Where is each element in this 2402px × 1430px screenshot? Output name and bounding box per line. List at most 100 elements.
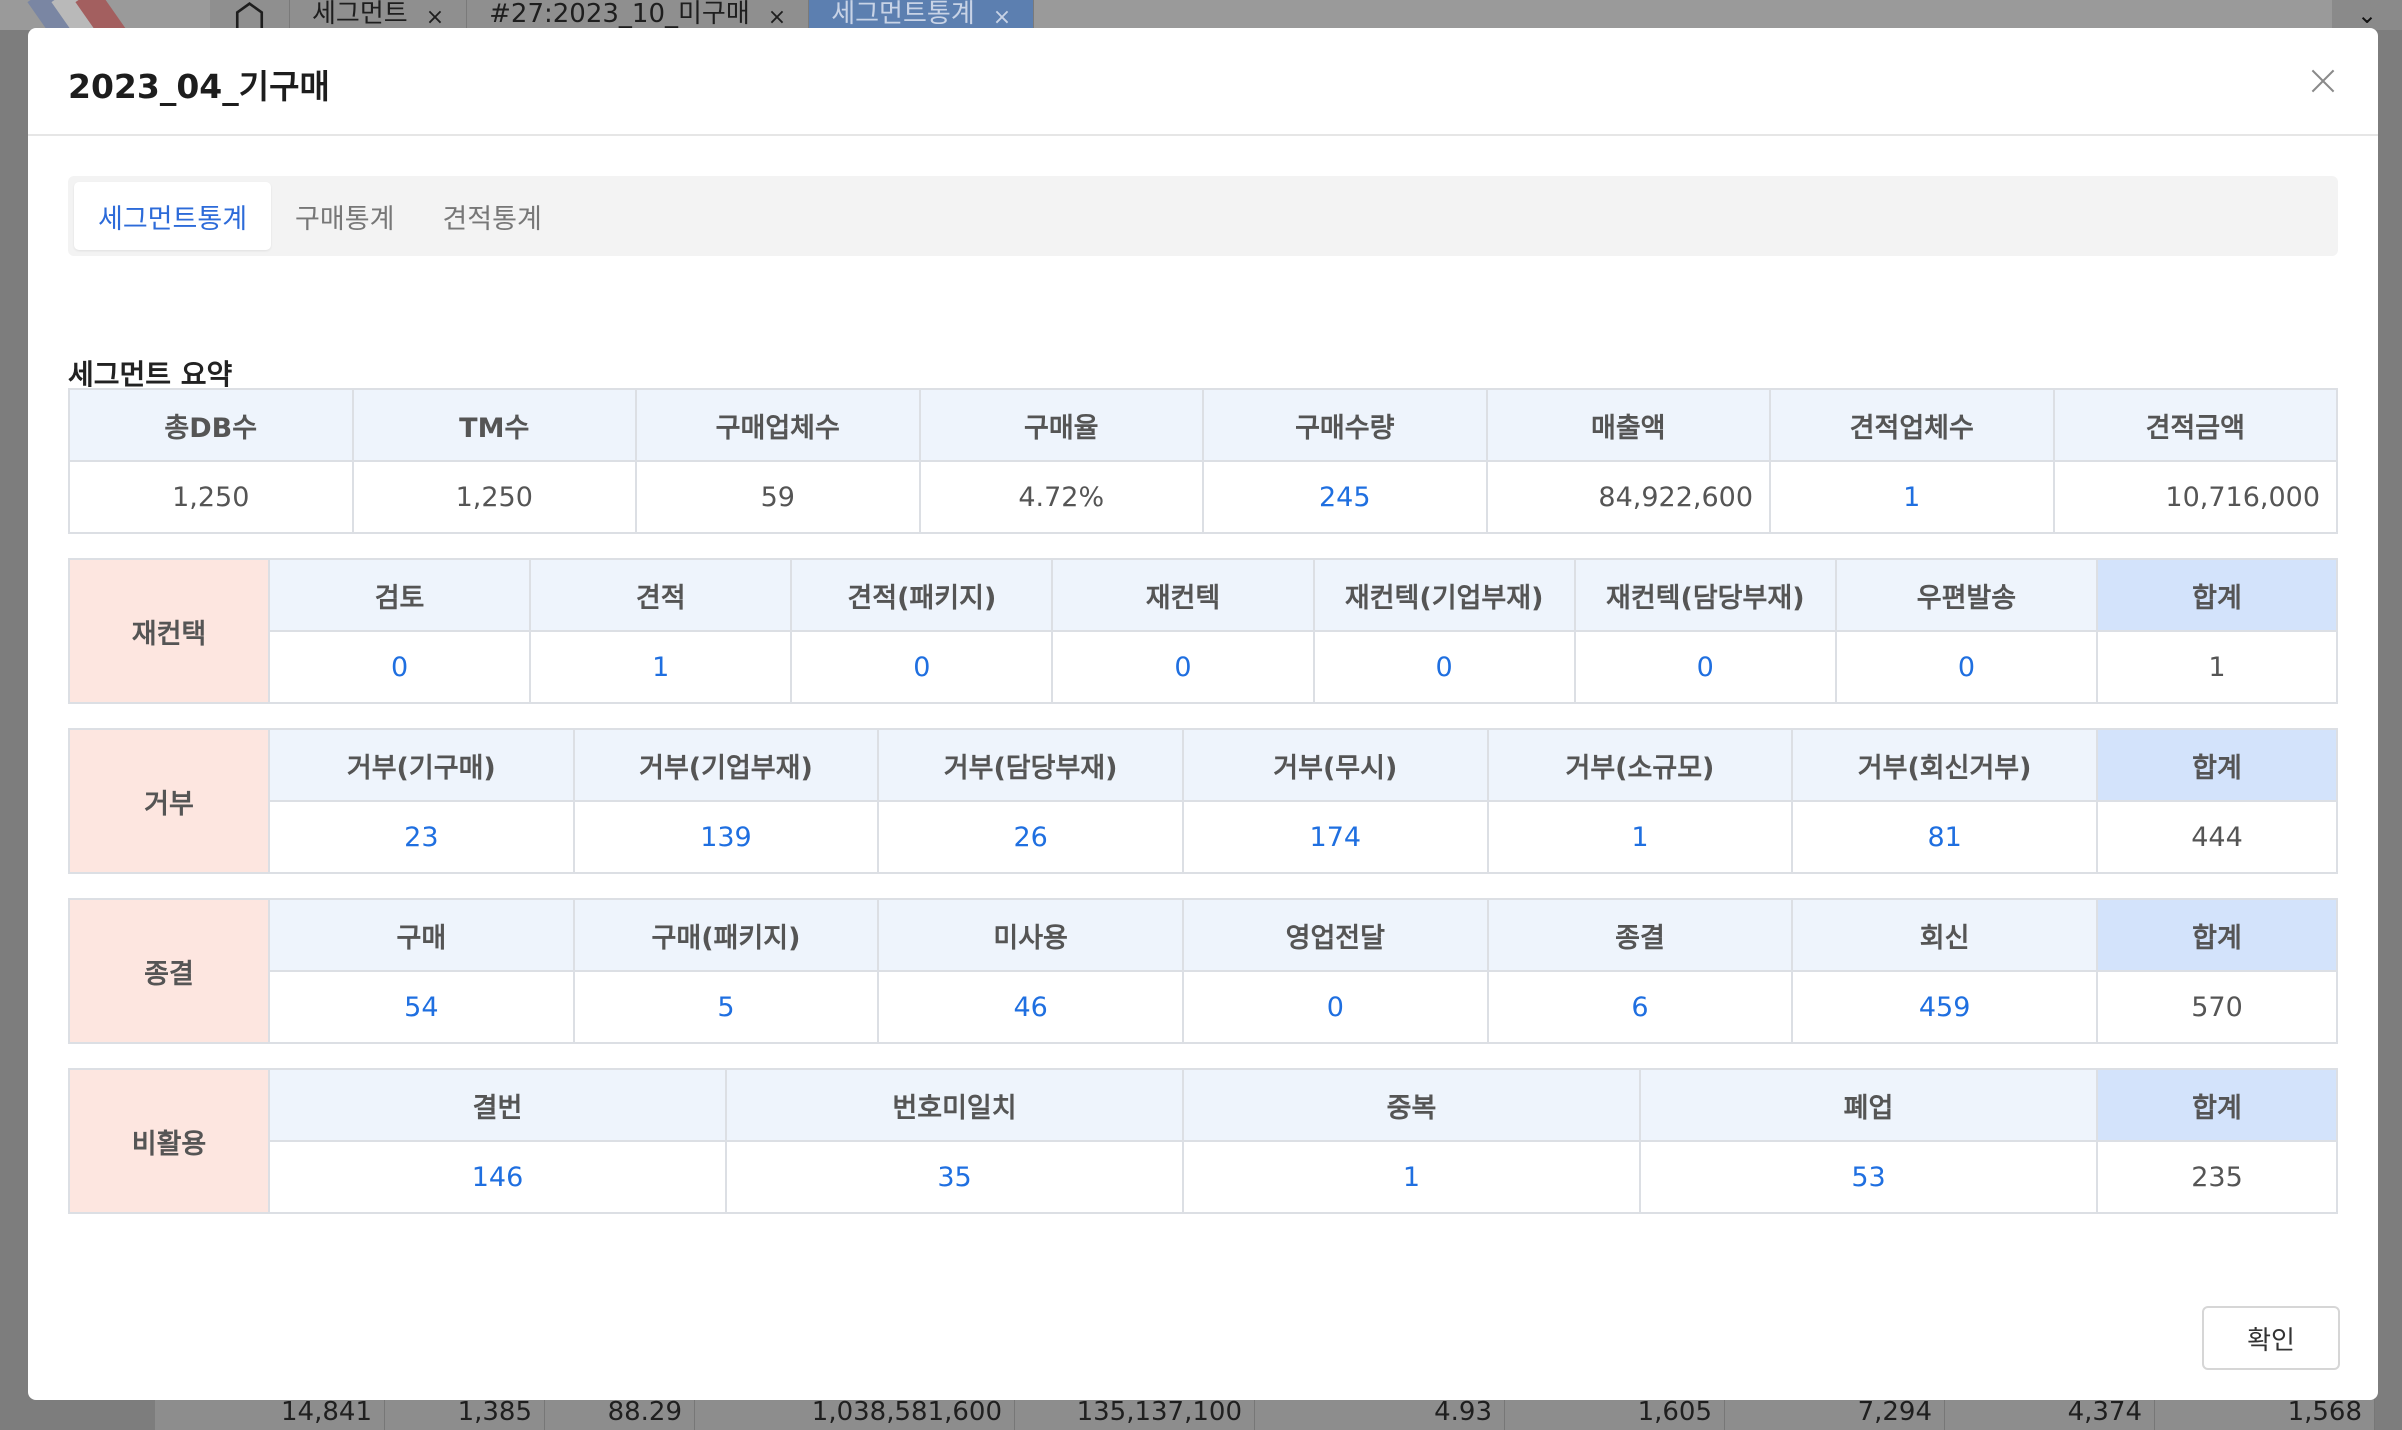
header-unused: 미사용 bbox=[877, 898, 1184, 972]
header-purchase-companies: 구매업체수 bbox=[635, 388, 921, 462]
header-missing-number: 결번 bbox=[268, 1068, 727, 1142]
app-logo bbox=[20, 0, 130, 45]
summary-table: 총DB수 TM수 구매업체수 구매율 구매수량 매출액 견적업체수 견적금액 1… bbox=[68, 388, 2338, 534]
tab-purchase-stats[interactable]: 구매통계 bbox=[271, 182, 418, 250]
close-icon[interactable] bbox=[2308, 66, 2338, 96]
header-quote-package: 견적(패키지) bbox=[790, 558, 1054, 632]
purchase-link[interactable]: 54 bbox=[268, 970, 575, 1044]
table-header-row: 총DB수 TM수 구매업체수 구매율 구매수량 매출액 견적업체수 견적금액 bbox=[68, 388, 2338, 462]
header-tm-count: TM수 bbox=[351, 388, 637, 462]
purchase-package-link[interactable]: 5 bbox=[572, 970, 880, 1044]
table-row: 146 35 1 53 235 bbox=[69, 1140, 2338, 1214]
header-total: 합계 bbox=[2096, 558, 2338, 632]
category-closed: 종결 bbox=[68, 898, 270, 1044]
header-mail-sent: 우편발송 bbox=[1834, 558, 2099, 632]
bg-tab-segment[interactable]: 세그먼트 × bbox=[290, 0, 468, 30]
quote-link[interactable]: 1 bbox=[529, 630, 793, 704]
header-number-mismatch: 번호미일치 bbox=[725, 1068, 1184, 1142]
recontact-table: 재컨택 검토 견적 견적(패키지) 재컨텍 재컨텍(기업부재) 재컨텍(담당부재… bbox=[68, 558, 2338, 704]
closed-table: 종결 구매 구매(패키지) 미사용 영업전달 종결 회신 합계 54 5 46 … bbox=[68, 898, 2338, 1044]
reject-ignore-link[interactable]: 174 bbox=[1181, 800, 1489, 874]
chevron-down-icon[interactable]: ⌄ bbox=[2332, 0, 2402, 30]
table-row: 54 5 46 0 6 459 570 bbox=[69, 970, 2338, 1044]
close-icon[interactable]: × bbox=[993, 5, 1011, 30]
header-total: 합계 bbox=[2096, 1068, 2338, 1142]
unused-link[interactable]: 46 bbox=[877, 970, 1184, 1044]
table-header-row: 재컨택 검토 견적 견적(패키지) 재컨텍 재컨텍(기업부재) 재컨텍(담당부재… bbox=[68, 558, 2338, 704]
stats-tabs: 세그먼트통계 구매통계 견적통계 bbox=[68, 176, 2338, 256]
header-quote-companies: 견적업체수 bbox=[1769, 388, 2055, 462]
mail-sent-link[interactable]: 0 bbox=[1834, 630, 2099, 704]
home-icon bbox=[235, 2, 264, 29]
number-mismatch-link[interactable]: 35 bbox=[725, 1140, 1184, 1214]
reject-company-absent-link[interactable]: 139 bbox=[572, 800, 880, 874]
quote-companies-link[interactable]: 1 bbox=[1769, 460, 2055, 534]
close-icon[interactable]: × bbox=[768, 5, 786, 30]
segment-stats-modal: 2023_04_기구매 세그먼트통계 구매통계 견적통계 세그먼트 요약 총DB… bbox=[28, 28, 2378, 1400]
reply-link[interactable]: 459 bbox=[1791, 970, 2098, 1044]
reject-total-value: 444 bbox=[2096, 800, 2338, 874]
recontact-link[interactable]: 0 bbox=[1051, 630, 1315, 704]
bg-tab-label: 세그먼트 bbox=[312, 0, 408, 29]
header-duplicate: 중복 bbox=[1182, 1068, 1641, 1142]
header-recontact-manager-absent: 재컨텍(담당부재) bbox=[1573, 558, 1837, 632]
header-reject-reply: 거부(회신거부) bbox=[1791, 728, 2098, 802]
tm-count-value: 1,250 bbox=[351, 460, 637, 534]
header-closed-business: 폐업 bbox=[1639, 1068, 2098, 1142]
header-total-db: 총DB수 bbox=[68, 388, 354, 462]
header-purchase: 구매 bbox=[268, 898, 575, 972]
tab-quote-stats[interactable]: 견적통계 bbox=[418, 182, 565, 250]
quote-amount-value: 10,716,000 bbox=[2052, 460, 2338, 534]
bg-tab-label: 세그먼트통계 bbox=[831, 0, 975, 29]
header-purchase-package: 구매(패키지) bbox=[572, 898, 880, 972]
reject-manager-absent-link[interactable]: 26 bbox=[877, 800, 1184, 874]
total-db-value: 1,250 bbox=[68, 460, 354, 534]
header-sales: 매출액 bbox=[1485, 388, 1771, 462]
closed-total-value: 570 bbox=[2096, 970, 2338, 1044]
duplicate-link[interactable]: 1 bbox=[1182, 1140, 1641, 1214]
category-recontact: 재컨택 bbox=[68, 558, 270, 704]
table-header-row: 종결 구매 구매(패키지) 미사용 영업전달 종결 회신 합계 bbox=[68, 898, 2338, 1044]
header-closed: 종결 bbox=[1486, 898, 1794, 972]
closed-link[interactable]: 6 bbox=[1486, 970, 1794, 1044]
modal-header: 2023_04_기구매 bbox=[28, 28, 2378, 136]
tab-segment-stats[interactable]: 세그먼트통계 bbox=[74, 182, 272, 250]
reject-purchased-link[interactable]: 23 bbox=[268, 800, 575, 874]
bg-tab-segment-stats[interactable]: 세그먼트통계 × bbox=[809, 0, 1035, 30]
missing-number-link[interactable]: 146 bbox=[268, 1140, 727, 1214]
header-purchase-rate: 구매율 bbox=[918, 388, 1204, 462]
modal-title: 2023_04_기구매 bbox=[68, 67, 330, 106]
table-row: 23 139 26 174 1 81 444 bbox=[69, 800, 2338, 874]
header-reply: 회신 bbox=[1791, 898, 2098, 972]
purchase-qty-link[interactable]: 245 bbox=[1202, 460, 1488, 534]
header-reject-purchased: 거부(기구매) bbox=[268, 728, 575, 802]
bg-tab-unpurchased[interactable]: #27:2023_10_미구매 × bbox=[467, 0, 810, 30]
header-sales-handoff: 영업전달 bbox=[1181, 898, 1489, 972]
background-tabbar: 세그먼트 × #27:2023_10_미구매 × 세그먼트통계 × ⌄ bbox=[0, 0, 2402, 45]
section-title: 세그먼트 요약 bbox=[68, 358, 233, 391]
reject-small-link[interactable]: 1 bbox=[1486, 800, 1794, 874]
header-quote-amount: 견적금액 bbox=[2052, 388, 2338, 462]
reject-table: 거부 거부(기구매) 거부(기업부재) 거부(담당부재) 거부(무시) 거부(소… bbox=[68, 728, 2338, 874]
confirm-button[interactable]: 확인 bbox=[2202, 1306, 2340, 1370]
category-reject: 거부 bbox=[68, 728, 270, 874]
inactive-table: 비활용 결번 번호미일치 중복 폐업 합계 146 35 1 53 235 bbox=[68, 1068, 2338, 1214]
table-row: 1,250 1,250 59 4.72% 245 84,922,600 1 10… bbox=[68, 460, 2338, 534]
header-reject-manager-absent: 거부(담당부재) bbox=[877, 728, 1184, 802]
purchase-rate-value: 4.72% bbox=[918, 460, 1204, 534]
header-recontact: 재컨텍 bbox=[1051, 558, 1315, 632]
header-review: 검토 bbox=[267, 558, 532, 632]
quote-package-link[interactable]: 0 bbox=[790, 630, 1054, 704]
reject-reply-link[interactable]: 81 bbox=[1791, 800, 2098, 874]
sales-value: 84,922,600 bbox=[1485, 460, 1771, 534]
review-link[interactable]: 0 bbox=[267, 630, 532, 704]
table-header-row: 비활용 결번 번호미일치 중복 폐업 합계 bbox=[68, 1068, 2338, 1214]
inactive-total-value: 235 bbox=[2096, 1140, 2338, 1214]
home-tab[interactable] bbox=[210, 0, 290, 30]
closed-business-link[interactable]: 53 bbox=[1639, 1140, 2098, 1214]
recontact-manager-absent-link[interactable]: 0 bbox=[1573, 630, 1837, 704]
recontact-company-absent-link[interactable]: 0 bbox=[1312, 630, 1576, 704]
sales-handoff-link[interactable]: 0 bbox=[1181, 970, 1489, 1044]
close-icon[interactable]: × bbox=[426, 5, 444, 30]
header-reject-ignore: 거부(무시) bbox=[1181, 728, 1489, 802]
